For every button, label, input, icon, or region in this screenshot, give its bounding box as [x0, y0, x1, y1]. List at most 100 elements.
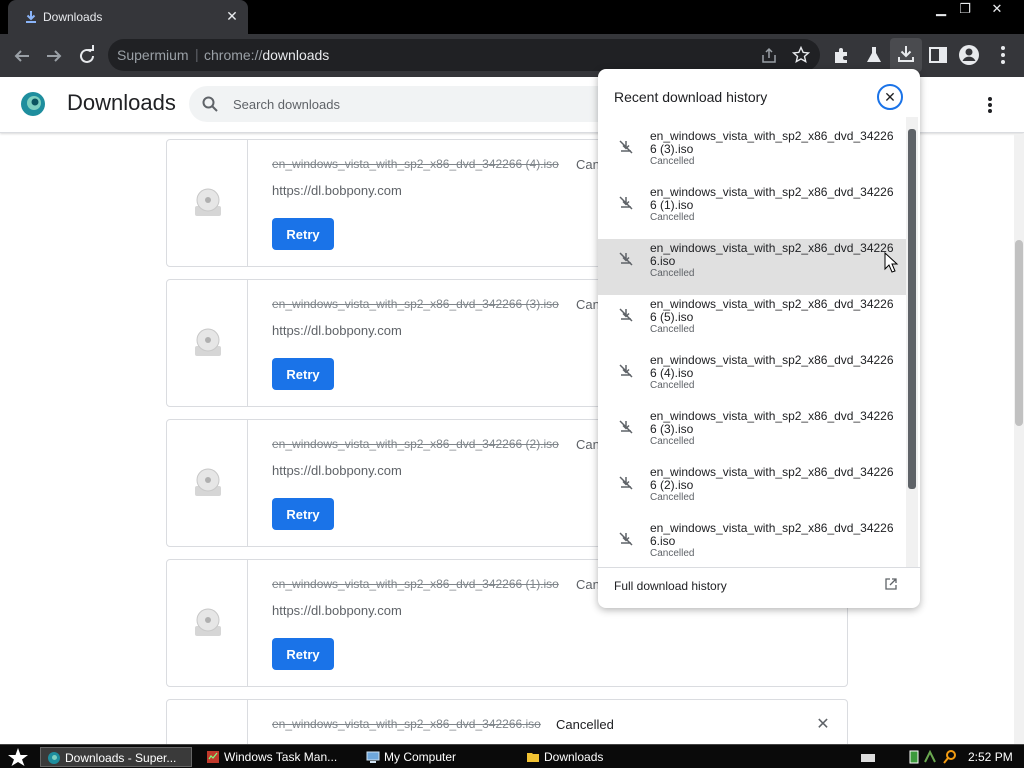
open-external-icon — [885, 578, 897, 590]
download-filename[interactable]: en_windows_vista_with_sp2_x86_dvd_342266… — [272, 717, 541, 731]
bubble-item-status: Cancelled — [650, 268, 695, 279]
bubble-item-name: en_windows_vista_with_sp2_x86_dvd_342266… — [650, 241, 894, 268]
page-menu-icon[interactable] — [980, 95, 1000, 115]
task-label: My Computer — [384, 750, 457, 764]
download-filename[interactable]: en_windows_vista_with_sp2_x86_dvd_342266… — [272, 577, 559, 591]
file-icon-cell — [167, 560, 248, 686]
bubble-item[interactable]: en_windows_vista_with_sp2_x86_dvd_342266… — [598, 127, 908, 183]
full-history-label: Full download history — [614, 579, 727, 593]
omnibox-host: Supermium — [117, 47, 189, 63]
download-filename[interactable]: en_windows_vista_with_sp2_x86_dvd_342266… — [272, 297, 559, 311]
profile-avatar-icon[interactable] — [958, 44, 980, 66]
bubble-item-status: Cancelled — [650, 324, 695, 335]
download-icon — [26, 11, 36, 23]
remove-download-icon[interactable]: ✕ — [815, 717, 831, 733]
browser-menu-icon[interactable] — [992, 44, 1014, 66]
bubble-item-name: en_windows_vista_with_sp2_x86_dvd_342266… — [650, 129, 894, 156]
address-bar[interactable]: Supermium | chrome://downloads — [108, 39, 820, 71]
task-task-manager[interactable]: Windows Task Man... — [200, 747, 352, 767]
labs-flask-icon[interactable] — [863, 44, 885, 66]
bubble-scrollbar[interactable] — [906, 117, 918, 567]
download-icon — [898, 46, 914, 62]
task-downloads-folder[interactable]: Downloads — [520, 747, 672, 767]
download-source-url[interactable]: https://dl.bobpony.com — [272, 183, 402, 198]
cancelled-download-icon — [619, 364, 633, 378]
bookmark-star-icon[interactable] — [792, 46, 810, 64]
cancelled-download-icon — [619, 420, 633, 434]
bubble-item[interactable]: en_windows_vista_with_sp2_x86_dvd_342266… — [598, 407, 908, 463]
extensions-icon[interactable] — [831, 44, 853, 66]
task-label: Windows Task Man... — [224, 750, 338, 764]
tab-downloads[interactable]: Downloads ✕ — [8, 0, 248, 34]
network-icon[interactable] — [923, 750, 937, 764]
taskbar-clock: 2:52 PM — [968, 750, 1013, 764]
bubble-item[interactable]: en_windows_vista_with_sp2_x86_dvd_342266… — [598, 239, 908, 295]
search-tray-icon[interactable] — [942, 749, 958, 765]
retry-button[interactable]: Retry — [272, 638, 334, 670]
start-button-icon[interactable] — [4, 747, 32, 767]
disc-file-icon — [195, 468, 221, 496]
reload-icon[interactable] — [75, 44, 99, 68]
back-icon[interactable] — [10, 44, 34, 68]
cancelled-download-icon — [619, 476, 633, 490]
disc-file-icon — [195, 608, 221, 636]
file-icon-cell — [167, 140, 248, 266]
omnibox-scheme: chrome:// — [204, 47, 263, 63]
bubble-item-status: Cancelled — [650, 156, 695, 167]
task-label: Downloads - Super... — [65, 751, 177, 765]
task-downloads-supermium[interactable]: Downloads - Super... — [40, 747, 192, 767]
bubble-item[interactable]: en_windows_vista_with_sp2_x86_dvd_342266… — [598, 519, 908, 567]
full-history-link[interactable]: Full download history — [598, 567, 920, 608]
search-input[interactable] — [233, 94, 593, 114]
battery-icon[interactable] — [908, 750, 920, 764]
keyboard-icon[interactable] — [860, 752, 876, 764]
bubble-item-name: en_windows_vista_with_sp2_x86_dvd_342266… — [650, 297, 894, 324]
supermium-logo-icon — [21, 92, 45, 116]
download-source-url[interactable]: https://dl.bobpony.com — [272, 603, 402, 618]
task-label: Downloads — [544, 750, 604, 764]
tab-strip: Downloads ✕ ▁ ❐ ✕ — [0, 0, 1024, 34]
bubble-item-name: en_windows_vista_with_sp2_x86_dvd_342266… — [650, 185, 894, 212]
retry-button[interactable]: Retry — [272, 498, 334, 530]
close-window-button[interactable]: ✕ — [982, 0, 1012, 18]
bubble-download-list: en_windows_vista_with_sp2_x86_dvd_342266… — [598, 127, 920, 567]
search-box[interactable] — [189, 86, 619, 122]
cancelled-download-icon — [619, 252, 633, 266]
side-panel-icon[interactable] — [927, 44, 949, 66]
download-source-url[interactable]: https://dl.bobpony.com — [272, 463, 402, 478]
bubble-item-name: en_windows_vista_with_sp2_x86_dvd_342266… — [650, 465, 894, 492]
disc-file-icon — [195, 188, 221, 216]
restore-button[interactable]: ❐ — [950, 0, 980, 18]
retry-button[interactable]: Retry — [272, 358, 334, 390]
page-title: Downloads — [67, 90, 176, 115]
tab-close-icon[interactable]: ✕ — [224, 8, 240, 24]
disc-file-icon — [195, 328, 221, 356]
retry-button[interactable]: Retry — [272, 218, 334, 250]
task-my-computer[interactable]: My Computer — [360, 747, 512, 767]
tab-title: Downloads — [43, 10, 103, 24]
bubble-scrollbar-thumb[interactable] — [908, 129, 916, 489]
download-filename[interactable]: en_windows_vista_with_sp2_x86_dvd_342266… — [272, 437, 559, 451]
bubble-item[interactable]: en_windows_vista_with_sp2_x86_dvd_342266… — [598, 351, 908, 407]
download-filename[interactable]: en_windows_vista_with_sp2_x86_dvd_342266… — [272, 157, 559, 171]
bubble-title: Recent download history — [614, 89, 768, 105]
bubble-item[interactable]: en_windows_vista_with_sp2_x86_dvd_342266… — [598, 463, 908, 519]
bubble-item[interactable]: en_windows_vista_with_sp2_x86_dvd_342266… — [598, 183, 908, 239]
page-scrollbar[interactable] — [1014, 134, 1024, 744]
bubble-item[interactable]: en_windows_vista_with_sp2_x86_dvd_342266… — [598, 295, 908, 351]
download-bubble: Recent download history ✕ en_windows_vis… — [598, 69, 920, 608]
download-status: Cancelled — [556, 717, 614, 732]
forward-icon[interactable] — [42, 44, 66, 68]
page-scrollbar-thumb[interactable] — [1015, 240, 1023, 426]
close-bubble-icon[interactable]: ✕ — [877, 84, 903, 110]
bubble-item-status: Cancelled — [650, 380, 695, 391]
cancelled-download-icon — [619, 532, 633, 546]
downloads-toolbar-button[interactable] — [890, 38, 922, 72]
bubble-item-status: Cancelled — [650, 436, 695, 447]
bubble-item-name: en_windows_vista_with_sp2_x86_dvd_342266… — [650, 521, 894, 548]
cancelled-download-icon — [619, 308, 633, 322]
computer-icon — [366, 751, 380, 763]
download-source-url[interactable]: https://dl.bobpony.com — [272, 323, 402, 338]
share-icon[interactable] — [760, 47, 778, 65]
mouse-cursor-icon — [884, 252, 899, 273]
